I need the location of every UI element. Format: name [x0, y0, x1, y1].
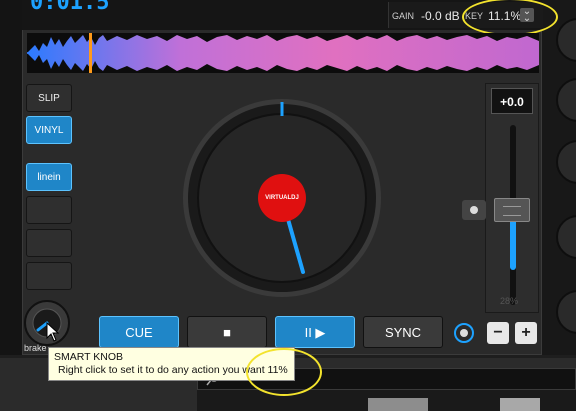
vinyl-button[interactable]: VINYL: [26, 116, 72, 144]
thumbnail-1[interactable]: [368, 398, 428, 411]
left-edge-panel: [0, 0, 22, 355]
pitch-range: 28%: [500, 296, 519, 306]
cue-button[interactable]: CUE: [99, 316, 179, 348]
knob-label: brake: [24, 343, 47, 353]
waveform-overview[interactable]: [27, 33, 539, 73]
linein-button[interactable]: linein: [26, 163, 72, 191]
empty-pad-1[interactable]: [26, 196, 72, 224]
stop-button[interactable]: ■: [187, 316, 267, 348]
pitch-value: +0.0: [491, 88, 533, 114]
gain-value[interactable]: -0.0 dB: [421, 9, 460, 23]
play-pause-button[interactable]: II ▶: [275, 316, 355, 348]
pitch-grip-icon: [503, 206, 521, 216]
pitch-minus-button[interactable]: −: [487, 322, 509, 344]
empty-pad-2[interactable]: [26, 229, 72, 257]
empty-pad-3[interactable]: [26, 262, 72, 290]
pitch-reset-dot-icon: [470, 206, 478, 214]
track-time: 0:01.5: [30, 0, 110, 15]
pitch-plus-button[interactable]: +: [515, 322, 537, 344]
thumbnail-2[interactable]: [500, 398, 540, 411]
sync-button[interactable]: SYNC: [363, 316, 443, 348]
mouse-cursor-icon: [46, 322, 60, 342]
sync-mode-icon[interactable]: [454, 323, 474, 343]
gain-label: GAIN: [392, 11, 415, 21]
jog-logo: VIRTUALDJ: [265, 195, 299, 201]
slip-button[interactable]: SLIP: [26, 84, 72, 112]
highlight-ring-tooltip: [246, 348, 322, 396]
